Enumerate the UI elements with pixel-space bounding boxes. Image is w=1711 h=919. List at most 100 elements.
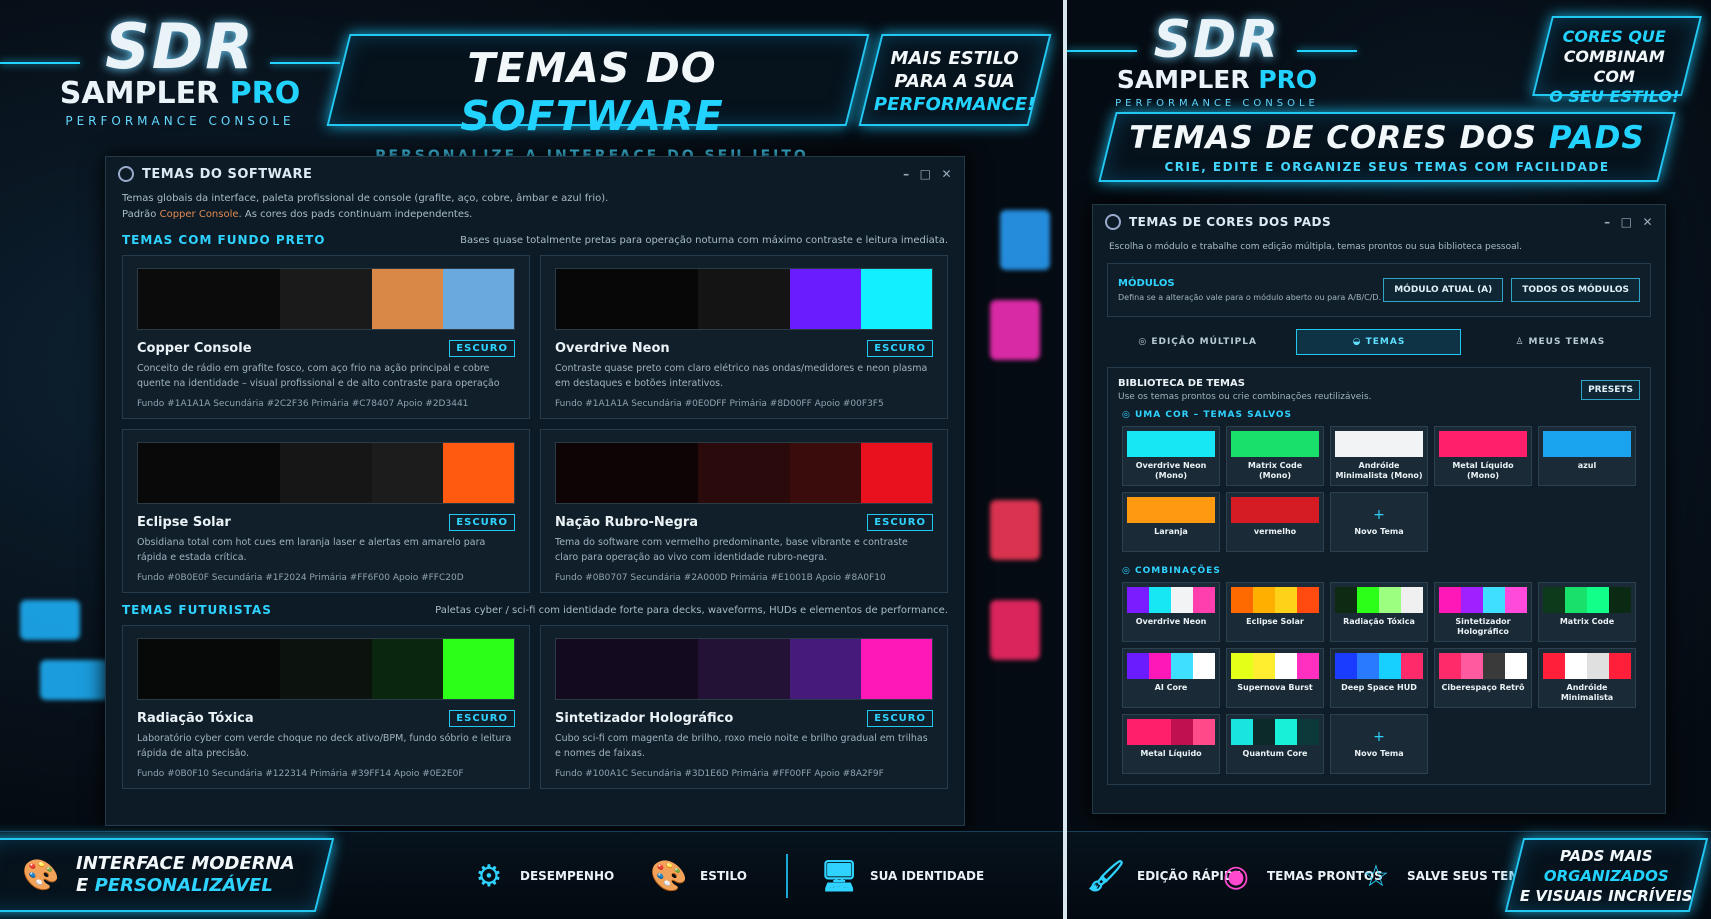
window-titlebar: TEMAS DE CORES DOS PADS – □ ✕ xyxy=(1093,205,1665,239)
pad-color xyxy=(1401,587,1423,613)
window-title: TEMAS DO SOFTWARE xyxy=(142,166,313,182)
theme-card[interactable]: Radiação Tóxica ESCURO Laboratório cyber c… xyxy=(122,625,530,789)
pad-label: Sintetizador Holográfico xyxy=(1455,617,1511,636)
feature-line2b: PERSONALIZÁVEL xyxy=(94,875,273,896)
color-swatch xyxy=(697,639,791,699)
default-theme-link[interactable]: Copper Console xyxy=(160,209,239,220)
pad-theme[interactable]: Deep Space HUD xyxy=(1330,648,1428,708)
tab-my-themes[interactable]: ♙ MEUS TEMAS xyxy=(1478,330,1643,354)
library-description: Use os temas prontos ou crie combinações… xyxy=(1118,392,1372,402)
pad-color xyxy=(1127,587,1149,613)
bg-pad-glow xyxy=(990,300,1040,360)
color-swatch xyxy=(279,269,373,329)
pad-theme[interactable]: Metal Líquido xyxy=(1122,714,1220,774)
promo-banner: MAIS ESTILO PARA A SUA PERFORMANCE! xyxy=(858,34,1052,126)
bg-pad-glow xyxy=(1000,210,1050,270)
presets-button[interactable]: PRESETS xyxy=(1581,380,1640,400)
pad-color xyxy=(1127,653,1149,679)
pad-label: Overdrive Neon (Mono) xyxy=(1135,461,1207,480)
minimize-icon[interactable]: – xyxy=(1604,215,1611,229)
plus-icon: + xyxy=(1373,729,1385,745)
pad-color xyxy=(1439,653,1461,679)
feature-highlight: PADS MAIS ORGANIZADOS E VISUAIS INCRÍVEI… xyxy=(1504,838,1709,912)
card-header: Eclipse Solar ESCURO xyxy=(137,514,515,531)
pad-theme[interactable]: Laranja xyxy=(1122,492,1220,552)
color-swatch xyxy=(790,639,862,699)
tab-multi-edit[interactable]: ◎ EDIÇÃO MÚLTIPLA xyxy=(1115,330,1280,354)
pad-label: Metal Líquido (Mono) xyxy=(1452,461,1514,480)
pad-theme[interactable]: Andróide Minimalista xyxy=(1538,648,1636,708)
color-wheel-icon: ◉ xyxy=(1222,858,1250,894)
pad-color xyxy=(1565,587,1587,613)
banner-title: TEMAS DO SOFTWARE xyxy=(334,44,850,140)
color-swatch xyxy=(208,269,280,329)
theme-hex-values: Fundo #0B0707 Secundária #2A000D Primári… xyxy=(555,573,886,583)
highlight-line3: E VISUAIS INCRÍVEIS xyxy=(1519,887,1693,905)
pad-theme[interactable]: Metal Líquido (Mono) xyxy=(1434,426,1532,486)
section-header-dark: TEMAS COM FUNDO PRETO Bases quase totalm… xyxy=(106,233,964,247)
pad-color xyxy=(1379,653,1401,679)
pad-color xyxy=(1609,587,1631,613)
theme-card[interactable]: Overdrive Neon ESCURO Contraste quase pret… xyxy=(540,255,948,419)
color-swatch xyxy=(138,269,209,329)
pad-theme[interactable]: Overdrive Neon (Mono) xyxy=(1122,426,1220,486)
theme-card[interactable]: Copper Console ESCURO Conceito de rádio em… xyxy=(122,255,530,419)
theme-card[interactable]: Eclipse Solar ESCURO Obsidiana total com h… xyxy=(122,429,530,593)
pad-theme[interactable]: azul xyxy=(1538,426,1636,486)
color-swatch xyxy=(372,443,444,503)
maximize-icon[interactable]: □ xyxy=(1621,215,1633,229)
current-module-button[interactable]: MÓDULO ATUAL (A) xyxy=(1383,278,1504,302)
logo-subtitle: PERFORMANCE CONSOLE xyxy=(65,114,295,128)
pad-theme[interactable]: Matrix Code (Mono) xyxy=(1226,426,1324,486)
pad-theme[interactable]: Overdrive Neon xyxy=(1122,582,1220,642)
pad-theme[interactable]: Supernova Burst xyxy=(1226,648,1324,708)
theme-hex-values: Fundo #0B0E0F Secundária #1F2024 Primári… xyxy=(137,573,464,583)
monitor-icon: 🖥 xyxy=(819,858,859,894)
pad-theme[interactable]: Matrix Code xyxy=(1538,582,1636,642)
close-icon[interactable]: ✕ xyxy=(941,167,952,181)
color-swatch xyxy=(372,639,444,699)
pad-theme[interactable]: AI Core xyxy=(1122,648,1220,708)
new-theme-button[interactable]: + Novo Tema xyxy=(1330,714,1428,774)
card-header: Sintetizador Holográfico ESCURO xyxy=(555,710,933,727)
color-swatch-strip xyxy=(137,638,515,700)
pad-color xyxy=(1127,719,1149,745)
color-swatch-strip xyxy=(137,442,515,504)
tab-themes[interactable]: ◒ TEMAS xyxy=(1296,329,1462,355)
card-header: Radiação Tóxica ESCURO xyxy=(137,710,515,727)
logo-pro: PRO xyxy=(229,76,301,111)
pad-colors xyxy=(1543,431,1631,457)
theme-card[interactable]: Nação Rubro-Negra ESCURO Tema do software … xyxy=(540,429,948,593)
pad-color xyxy=(1275,653,1297,679)
banner-title: TEMAS DE CORES DOS PADS xyxy=(1109,120,1665,156)
pad-theme[interactable]: Radiação Tóxica xyxy=(1330,582,1428,642)
feature-bar: 🖌 EDIÇÃO RÁPIDA ◉ TEMAS PRONTOS ☆ SALVE SEU… xyxy=(1067,831,1711,919)
all-modules-button[interactable]: TODOS OS MÓDULOS xyxy=(1511,278,1640,302)
maximize-icon[interactable]: □ xyxy=(920,167,932,181)
pad-color xyxy=(1505,653,1527,679)
pad-theme[interactable]: Sintetizador Holográfico xyxy=(1434,582,1532,642)
color-swatch xyxy=(372,269,444,329)
pad-colors xyxy=(1335,431,1423,457)
feature-performance: ⚙ DESEMPENHO xyxy=(470,857,615,895)
pad-theme[interactable]: Ciberespaço Retrô xyxy=(1434,648,1532,708)
pad-theme[interactable]: Eclipse Solar xyxy=(1226,582,1324,642)
pad-label: Andróide Minimalista xyxy=(1560,683,1614,702)
pad-color xyxy=(1231,653,1253,679)
highlight-line1: PADS MAIS xyxy=(1559,847,1653,865)
theme-card[interactable]: Sintetizador Holográfico ESCURO Cubo sci-f… xyxy=(540,625,948,789)
pad-color xyxy=(1231,587,1253,613)
color-swatch xyxy=(556,443,627,503)
pad-theme[interactable]: vermelho xyxy=(1226,492,1324,552)
pad-theme[interactable]: Andróide Minimalista (Mono) xyxy=(1330,426,1428,486)
minimize-icon[interactable]: – xyxy=(903,167,910,181)
card-header: Nação Rubro-Negra ESCURO xyxy=(555,514,933,531)
promo-line1: CORES QUE xyxy=(1562,27,1666,46)
color-swatch xyxy=(443,639,514,699)
theme-description: Laboratório cyber com verde choque no de… xyxy=(137,733,512,759)
promo-line1: MAIS ESTILO xyxy=(890,48,1019,69)
new-theme-button[interactable]: + Novo Tema xyxy=(1330,492,1428,552)
pad-theme[interactable]: Quantum Core xyxy=(1226,714,1324,774)
logo-pro: PRO xyxy=(1258,65,1318,94)
close-icon[interactable]: ✕ xyxy=(1642,215,1653,229)
